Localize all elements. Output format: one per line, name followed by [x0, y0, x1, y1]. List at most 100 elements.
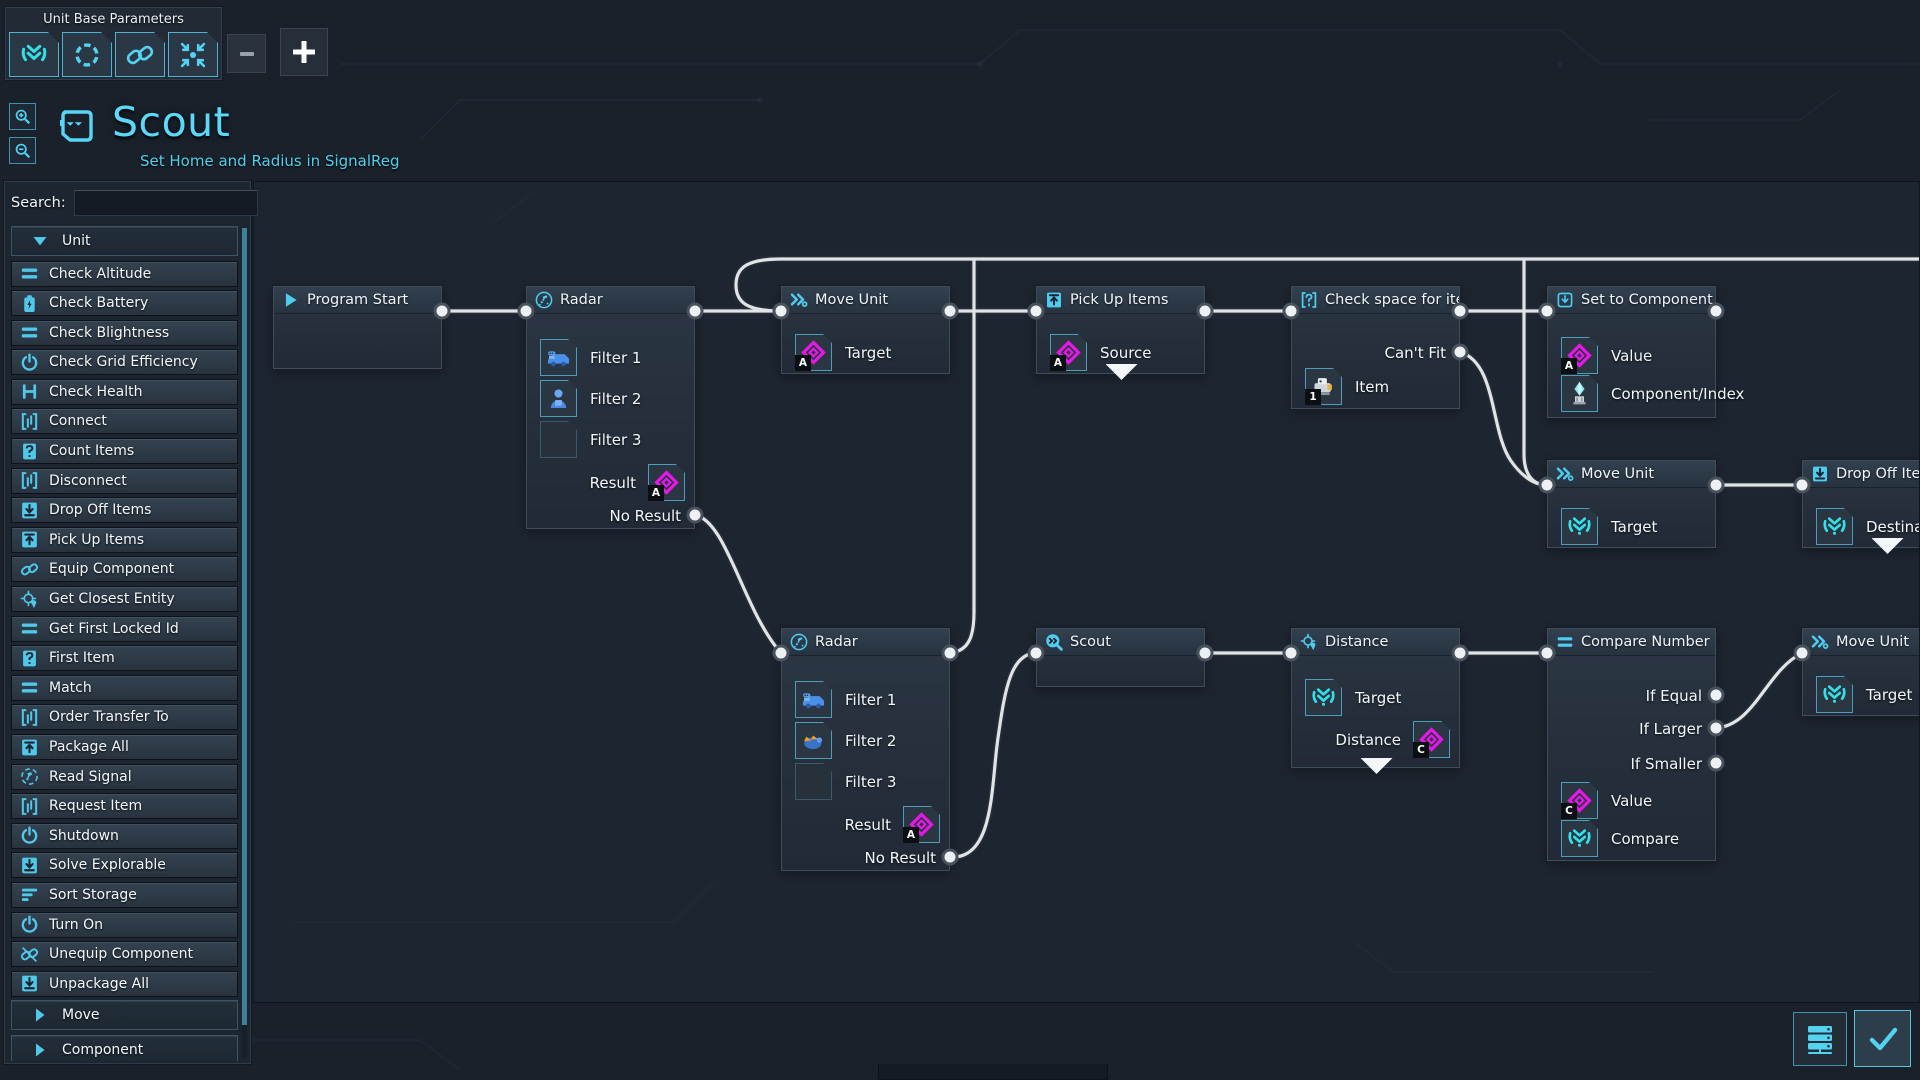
diamond-slot-icon[interactable]: A	[795, 334, 832, 371]
node-title-bar[interactable]: Move Unit	[1548, 461, 1715, 488]
diamond-slot-icon[interactable]: A	[903, 806, 940, 843]
port-compare-number-in[interactable]	[1538, 644, 1556, 662]
collapse-icon[interactable]	[168, 32, 218, 77]
port-compare-number-if-equal[interactable]	[1707, 686, 1725, 704]
confirm-button[interactable]	[1854, 1010, 1911, 1067]
node-title-bar[interactable]: Drop Off Items	[1803, 461, 1919, 488]
sidebar-item-check-altitude[interactable]: Check Altitude	[11, 260, 238, 287]
port-move-unit-1-out[interactable]	[941, 302, 959, 320]
node-title-bar[interactable]: Distance	[1292, 629, 1459, 656]
item-bot-slot-icon[interactable]: 1	[1305, 368, 1342, 405]
signal-slot-icon[interactable]	[1561, 508, 1598, 545]
vehicle-slot-icon[interactable]	[795, 681, 832, 718]
sidebar-item-equip-component[interactable]: Equip Component	[11, 556, 238, 583]
sidebar-item-match[interactable]: Match	[11, 674, 238, 701]
node-title-bar[interactable]: Compare Number	[1548, 629, 1715, 656]
node-move-unit-3[interactable]: Move Unit Target	[1802, 628, 1919, 716]
port-scout-in[interactable]	[1027, 644, 1045, 662]
port-distance-out[interactable]	[1451, 644, 1469, 662]
node-expander[interactable]	[1360, 758, 1393, 774]
diamond-slot-icon[interactable]: A	[1050, 334, 1087, 371]
node-title-bar[interactable]: Scout	[1037, 629, 1204, 656]
sidebar-item-get-first-locked-id[interactable]: Get First Locked Id	[11, 615, 238, 642]
sidebar-item-sort-storage[interactable]: Sort Storage	[11, 881, 238, 908]
node-title-bar[interactable]: Move Unit	[1803, 629, 1919, 656]
behavior-graph-canvas[interactable]: Program Start Radar Filter 1 Filter 2 Filter…	[253, 181, 1920, 1003]
node-title-bar[interactable]: Pick Up Items	[1037, 287, 1204, 314]
node-radar-1[interactable]: Radar Filter 1 Filter 2 Filter 3 Result A No R…	[526, 286, 695, 529]
diamond-slot-icon[interactable]: C	[1561, 782, 1598, 819]
person-slot-icon[interactable]	[540, 380, 577, 417]
bug-slot-icon[interactable]	[795, 722, 832, 759]
diamond-slot-icon[interactable]: A	[648, 464, 685, 501]
port-compare-number-if-larger[interactable]	[1707, 719, 1725, 737]
sidebar-scrollbar-thumb[interactable]	[242, 228, 247, 1025]
node-pick-up-items[interactable]: Pick Up Items A Source	[1036, 286, 1205, 380]
sidebar-item-check-grid-efficiency[interactable]: Check Grid Efficiency	[11, 349, 238, 376]
node-move-unit-1[interactable]: Move Unit A Target	[781, 286, 950, 374]
port-compare-number-if-smaller[interactable]	[1707, 754, 1725, 772]
search-input[interactable]	[73, 190, 258, 216]
port-move-unit-2-in[interactable]	[1538, 476, 1556, 494]
decrease-button[interactable]	[227, 34, 266, 73]
node-check-space[interactable]: Check space for item Can't Fit 1 Item	[1291, 286, 1460, 409]
sidebar-item-drop-off-items[interactable]: Drop Off Items	[11, 497, 238, 524]
aperture-icon[interactable]	[62, 32, 112, 77]
empty-slot[interactable]	[540, 421, 577, 458]
zoom-out-button[interactable]	[9, 137, 36, 164]
sidebar-item-unpackage-all[interactable]: Unpackage All	[11, 970, 238, 997]
port-set-to-component-in[interactable]	[1538, 302, 1556, 320]
node-expander[interactable]	[1871, 538, 1904, 554]
node-scout[interactable]: Scout	[1036, 628, 1205, 687]
sidebar-item-unequip-component[interactable]: Unequip Component	[11, 941, 238, 968]
sidebar-item-turn-on[interactable]: Turn On	[11, 911, 238, 938]
port-radar-1-no-result[interactable]	[686, 506, 704, 524]
sidebar-item-get-closest-entity[interactable]: Get Closest Entity	[11, 586, 238, 613]
port-move-unit-3-in[interactable]	[1793, 644, 1811, 662]
port-drop-off-items-in[interactable]	[1793, 476, 1811, 494]
sidebar-item-request-item[interactable]: Request Item	[11, 793, 238, 820]
sidebar-item-package-all[interactable]: Package All	[11, 734, 238, 760]
sidebar-item-order-transfer-to[interactable]: Order Transfer To	[11, 704, 238, 731]
sidebar-item-count-items[interactable]: Count Items	[11, 438, 238, 465]
node-title-bar[interactable]: Radar	[527, 287, 694, 314]
sidebar-item-check-health[interactable]: Check Health	[11, 378, 238, 405]
empty-slot[interactable]	[795, 763, 832, 800]
signal-slot-icon[interactable]	[1305, 679, 1342, 716]
sidebar-item-shutdown[interactable]: Shutdown	[11, 822, 238, 849]
sidebar-item-pick-up-items[interactable]: Pick Up Items	[11, 526, 238, 553]
port-radar-2-in[interactable]	[772, 644, 790, 662]
node-title-bar[interactable]: Set to Component	[1548, 287, 1715, 314]
port-radar-2-out[interactable]	[941, 644, 959, 662]
sidebar-item-disconnect[interactable]: Disconnect	[11, 467, 238, 494]
port-move-unit-1-in[interactable]	[772, 302, 790, 320]
node-title-bar[interactable]: Program Start	[274, 287, 441, 314]
vehicle-slot-icon[interactable]	[540, 339, 577, 376]
increase-button[interactable]	[280, 28, 328, 76]
sidebar-item-connect[interactable]: Connect	[11, 408, 238, 435]
link-icon[interactable]	[115, 32, 165, 77]
port-check-space-out[interactable]	[1451, 302, 1469, 320]
port-radar-1-out[interactable]	[686, 302, 704, 320]
node-distance[interactable]: Distance Target Distance C	[1291, 628, 1460, 774]
diamond-slot-icon[interactable]: C	[1413, 721, 1450, 758]
node-title-bar[interactable]: Radar	[782, 629, 949, 656]
crystal-slot-icon[interactable]	[1561, 375, 1598, 412]
port-radar-2-no-result[interactable]	[941, 848, 959, 866]
diamond-slot-icon[interactable]: A	[1561, 337, 1598, 374]
signal-slot-icon[interactable]	[1816, 676, 1853, 713]
sidebar-item-solve-explorable[interactable]: Solve Explorable	[11, 852, 238, 879]
sidebar-item-check-battery[interactable]: Check Battery	[11, 290, 238, 317]
port-radar-1-in[interactable]	[517, 302, 535, 320]
signal-icon[interactable]	[9, 32, 59, 77]
port-pick-up-items-in[interactable]	[1027, 302, 1045, 320]
port-move-unit-2-out[interactable]	[1707, 476, 1725, 494]
port-check-space-can-t-fit[interactable]	[1451, 343, 1469, 361]
sidebar-category-move[interactable]: Move	[11, 1000, 238, 1031]
port-program-start-out[interactable]	[433, 302, 451, 320]
node-expander[interactable]	[1105, 364, 1138, 380]
sidebar-item-read-signal[interactable]: Read Signal	[11, 763, 238, 790]
node-title-bar[interactable]: Check space for item	[1292, 287, 1459, 314]
behavior-list-button[interactable]	[1793, 1012, 1847, 1066]
port-distance-in[interactable]	[1282, 644, 1300, 662]
